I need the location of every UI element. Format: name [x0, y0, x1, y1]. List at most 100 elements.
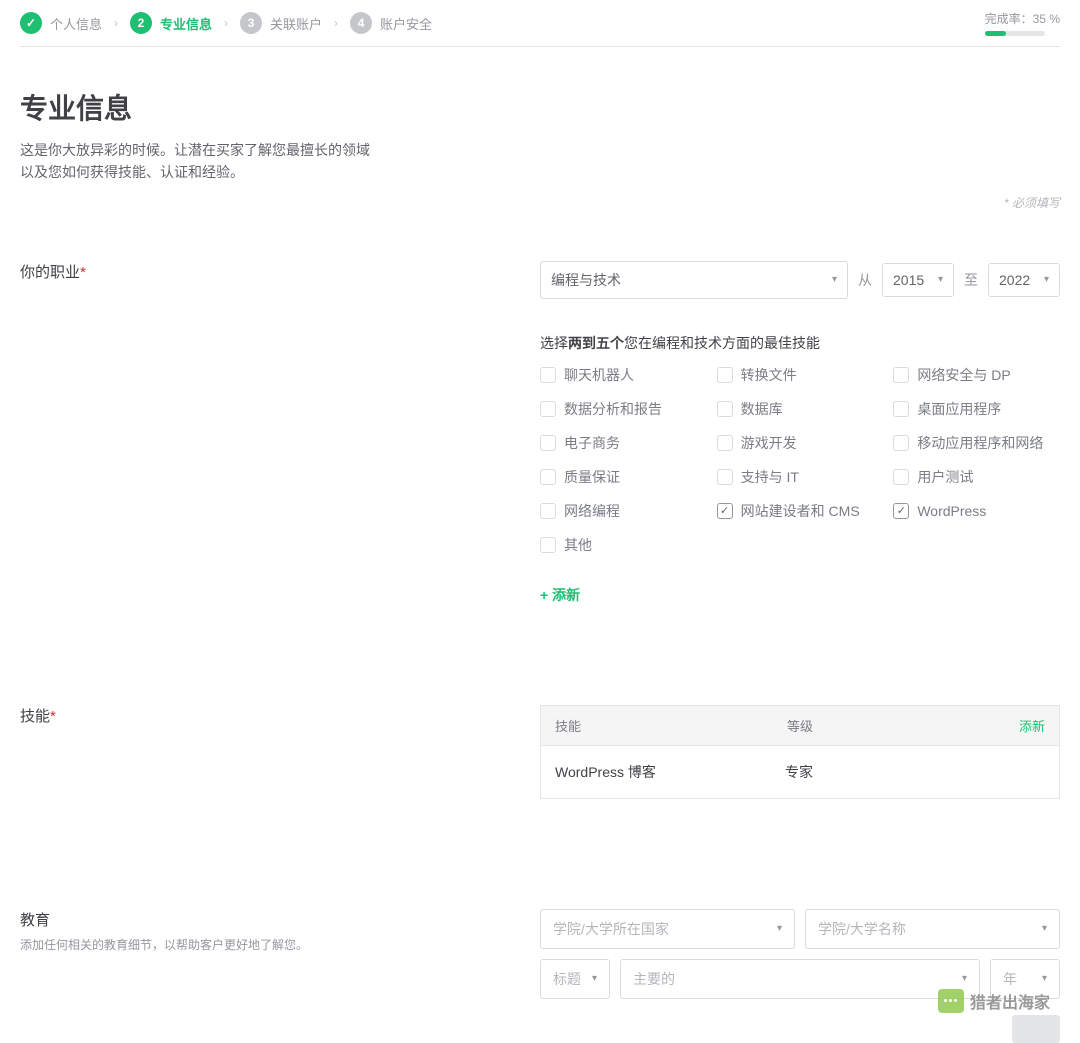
skill-checkbox-label: 其他 [564, 535, 592, 555]
from-year-select[interactable]: 2015 ▾ [882, 263, 954, 297]
progress-label: 完成率：35 % [985, 12, 1060, 26]
step-account-security[interactable]: 4 账户安全 [350, 12, 432, 34]
skill-checkbox-label: 网站建设者和 CMS [741, 501, 860, 521]
skill-checkbox[interactable]: 转换文件 [717, 365, 884, 385]
to-year-select[interactable]: 2022 ▾ [988, 263, 1060, 297]
skill-checkbox[interactable]: 移动应用程序和网络 [893, 433, 1060, 453]
add-skill-button[interactable]: 添新 [1019, 716, 1045, 735]
skill-checkbox[interactable]: 网站建设者和 CMS [717, 501, 884, 521]
step-label: 关联账户 [270, 14, 322, 33]
occupation-label: 你的职业* [20, 261, 500, 605]
skill-name-cell: WordPress 博客 [555, 762, 785, 782]
occupation-section: 你的职业* 编程与技术 ▾ 从 2015 ▾ 至 2022 ▾ 选择两到五个您在… [20, 261, 1060, 605]
add-education-button[interactable] [1012, 1015, 1060, 1043]
step-label: 专业信息 [160, 14, 212, 33]
skill-checkbox-label: 游戏开发 [741, 433, 797, 453]
skill-checkbox[interactable]: 网络编程 [540, 501, 707, 521]
skill-checkbox-label: 电子商务 [564, 433, 620, 453]
chevron-down-icon: ▾ [1042, 923, 1047, 934]
degree-title-select[interactable]: 标题 ▾ [540, 959, 610, 999]
skill-checkbox-label: WordPress [917, 503, 986, 519]
skill-checkbox[interactable]: 用户测试 [893, 467, 1060, 487]
skill-checkbox[interactable]: 游戏开发 [717, 433, 884, 453]
skills-col-level: 等级 [787, 716, 1019, 735]
table-row[interactable]: WordPress 博客 专家 [540, 746, 1060, 799]
checkbox-icon [717, 435, 733, 451]
completion-progress: 完成率：35 % [985, 10, 1060, 36]
education-section: 教育 添加任何相关的教育细节，以帮助客户更好地了解您。 学院/大学所在国家 ▾ … [20, 909, 1060, 1043]
step-number: 4 [350, 12, 372, 34]
checkbox-icon [893, 401, 909, 417]
skill-checkbox-label: 聊天机器人 [564, 365, 634, 385]
skill-checkbox[interactable]: 支持与 IT [717, 467, 884, 487]
education-label: 教育 添加任何相关的教育细节，以帮助客户更好地了解您。 [20, 909, 500, 1043]
checkbox-icon [893, 435, 909, 451]
skill-checkbox[interactable]: 其他 [540, 535, 707, 555]
checkbox-icon [540, 367, 556, 383]
skill-checkbox[interactable]: 电子商务 [540, 433, 707, 453]
skill-checkbox[interactable]: 数据库 [717, 399, 884, 419]
skill-checkbox-label: 支持与 IT [741, 467, 799, 487]
checkbox-icon [717, 401, 733, 417]
chevron-down-icon: ▾ [938, 274, 943, 285]
skill-checkbox[interactable]: 网络安全与 DP [893, 365, 1060, 385]
skill-checkbox[interactable]: 聊天机器人 [540, 365, 707, 385]
skill-checkbox-label: 桌面应用程序 [917, 399, 1001, 419]
step-number: 3 [240, 12, 262, 34]
skill-checkbox[interactable]: WordPress [893, 501, 1060, 521]
checkbox-icon [893, 503, 909, 519]
step-personal-info[interactable]: ✓ 个人信息 [20, 12, 102, 34]
chevron-right-icon: › [224, 16, 228, 30]
page-title: 专业信息 [20, 87, 1060, 127]
onboarding-stepper: ✓ 个人信息 › 2 专业信息 › 3 关联账户 › 4 账户安全 完成率：35… [20, 0, 1060, 47]
add-occupation-button[interactable]: + 添新 [540, 585, 1060, 605]
from-label: 从 [858, 270, 872, 290]
chevron-down-icon: ▾ [777, 923, 782, 934]
skill-checkbox[interactable]: 数据分析和报告 [540, 399, 707, 419]
checkbox-icon [717, 367, 733, 383]
skills-prompt: 选择两到五个您在编程和技术方面的最佳技能 [540, 333, 1060, 353]
college-name-select[interactable]: 学院/大学名称 ▾ [805, 909, 1060, 949]
skill-checkbox[interactable]: 桌面应用程序 [893, 399, 1060, 419]
skills-label: 技能* [20, 705, 500, 799]
watermark: 猎者出海家 [938, 989, 1050, 1013]
skill-checkbox-label: 数据分析和报告 [564, 399, 662, 419]
skill-level-cell: 专家 [785, 762, 1015, 782]
skill-checkbox-label: 用户测试 [917, 467, 973, 487]
skill-checkbox-label: 网络编程 [564, 501, 620, 521]
chevron-down-icon: ▾ [1044, 274, 1049, 285]
skills-section: 技能* 技能 等级 添新 WordPress 博客 专家 [20, 705, 1060, 799]
skills-checkbox-grid: 聊天机器人 转换文件 网络安全与 DP 数据分析和报告 数据库 桌面应用程序电子商务 游戏开… [540, 365, 1060, 555]
chevron-down-icon: ▾ [962, 973, 967, 984]
checkbox-icon [717, 469, 733, 485]
checkbox-icon [893, 469, 909, 485]
to-label: 至 [964, 270, 978, 290]
college-country-select[interactable]: 学院/大学所在国家 ▾ [540, 909, 795, 949]
major-select[interactable]: 主要的 ▾ [620, 959, 980, 999]
checkbox-icon [540, 503, 556, 519]
chat-bubble-icon [938, 989, 964, 1013]
skills-col-skill: 技能 [555, 716, 787, 735]
occupation-select[interactable]: 编程与技术 ▾ [540, 261, 848, 299]
skills-table-header: 技能 等级 添新 [540, 705, 1060, 746]
progress-bar [985, 31, 1045, 36]
skill-checkbox-label: 数据库 [741, 399, 783, 419]
skill-checkbox-label: 转换文件 [741, 365, 797, 385]
chevron-down-icon: ▾ [592, 973, 597, 984]
skill-checkbox-label: 移动应用程序和网络 [917, 433, 1043, 453]
step-number: 2 [130, 12, 152, 34]
step-professional-info[interactable]: 2 专业信息 [130, 12, 212, 34]
chevron-down-icon: ▾ [1042, 973, 1047, 984]
checkbox-icon [717, 503, 733, 519]
checkbox-icon [540, 435, 556, 451]
skill-checkbox[interactable]: 质量保证 [540, 467, 707, 487]
step-linked-accounts[interactable]: 3 关联账户 [240, 12, 322, 34]
step-label: 账户安全 [380, 14, 432, 33]
education-sublabel: 添加任何相关的教育细节，以帮助客户更好地了解您。 [20, 936, 500, 954]
checkbox-icon [893, 367, 909, 383]
chevron-down-icon: ▾ [832, 274, 837, 285]
page-description: 这是你大放异彩的时候。让潜在买家了解您最擅长的领域以及您如何获得技能、认证和经验… [20, 139, 380, 184]
page-header: 专业信息 这是你大放异彩的时候。让潜在买家了解您最擅长的领域以及您如何获得技能、… [20, 87, 1060, 184]
checkbox-icon [540, 537, 556, 553]
chevron-right-icon: › [334, 16, 338, 30]
